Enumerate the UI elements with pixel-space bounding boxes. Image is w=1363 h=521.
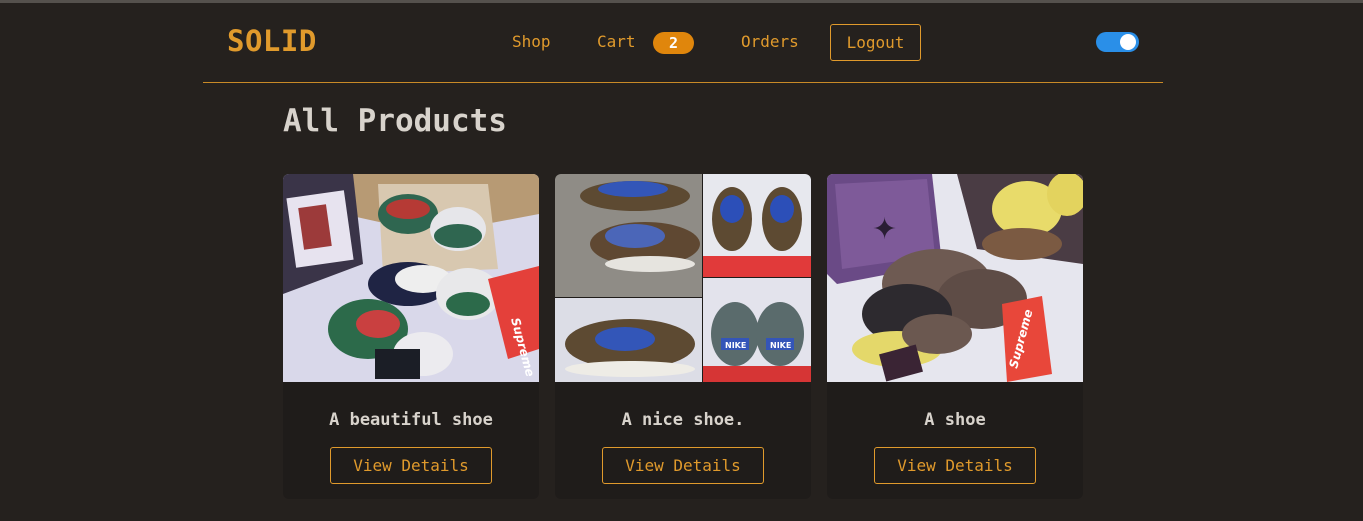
product-card: NIKE NIKE A nice shoe. View Details [555,174,811,499]
product-card: Supreme A beautiful shoe View Details [283,174,539,499]
svg-text:✦: ✦ [872,212,897,247]
product-title: A beautiful shoe [329,410,493,430]
brand-logo[interactable]: SOLID [227,24,317,58]
theme-toggle[interactable] [1096,32,1139,52]
view-details-button[interactable]: View Details [602,447,764,484]
view-details-button[interactable]: View Details [874,447,1036,484]
product-image[interactable]: ✦ Supreme [827,174,1083,382]
nav-shop-link[interactable]: Shop [512,32,551,51]
page-title: All Products [283,103,507,139]
product-image[interactable]: Supreme [283,174,539,382]
cart-count-badge[interactable]: 2 [653,32,694,54]
svg-text:NIKE: NIKE [725,341,746,350]
view-details-button[interactable]: View Details [330,447,492,484]
nav-cart-link[interactable]: Cart [597,32,636,51]
svg-text:NIKE: NIKE [770,341,791,350]
toggle-knob [1120,34,1136,50]
product-image[interactable]: NIKE NIKE [555,174,811,382]
product-card: ✦ Supreme A shoe View Details [827,174,1083,499]
product-grid: Supreme A beautiful shoe View Details NI… [283,174,1083,499]
logout-button[interactable]: Logout [830,24,921,61]
product-title: A nice shoe. [621,410,745,430]
navbar: SOLID Shop Cart 2 Orders Logout [203,3,1163,83]
nav-orders-link[interactable]: Orders [741,32,799,51]
product-title: A shoe [924,410,986,430]
